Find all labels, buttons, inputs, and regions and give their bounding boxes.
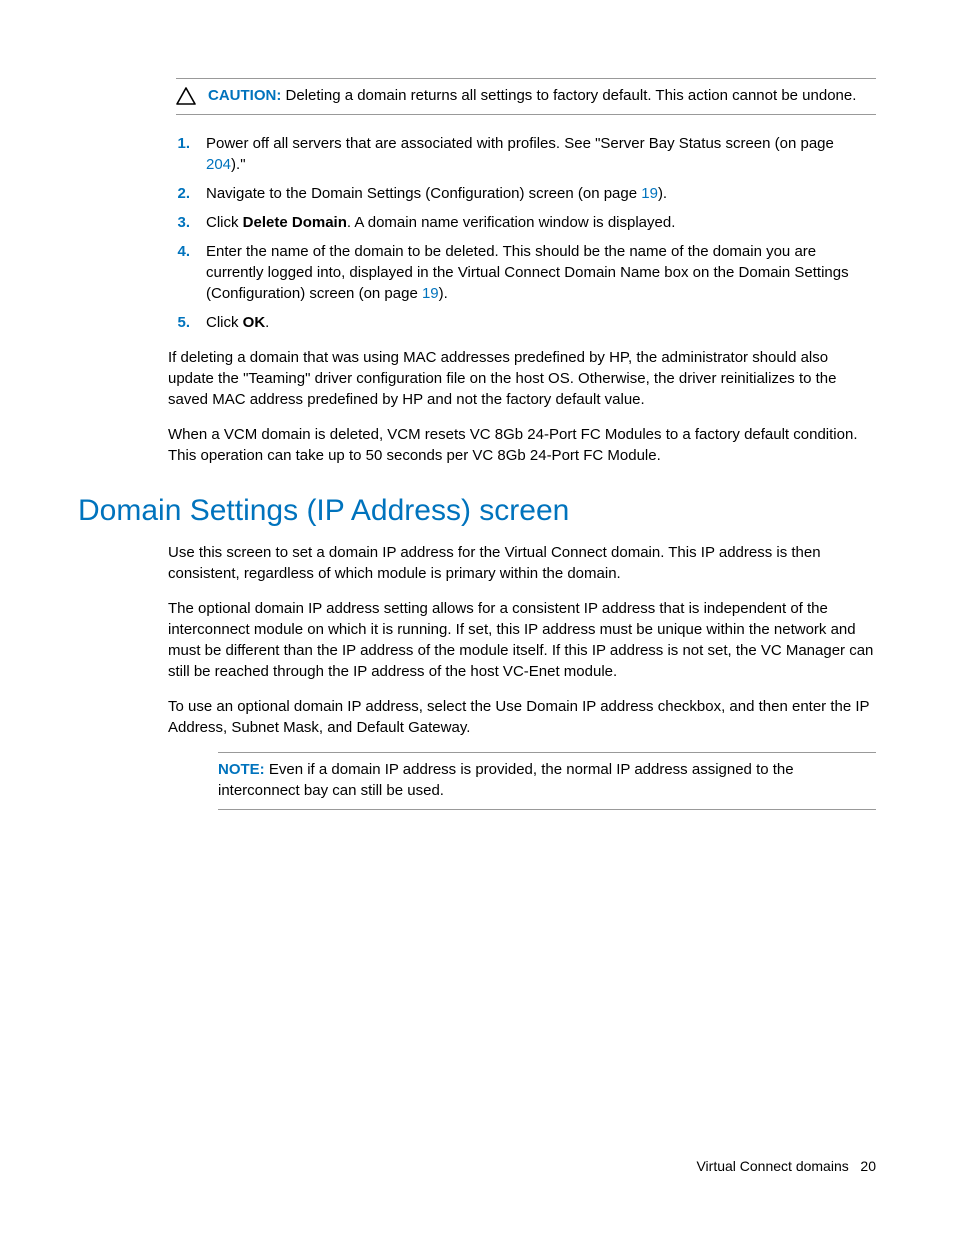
step-number: 4. [168,241,190,262]
step-number: 5. [168,312,190,333]
step-4: 4. Enter the name of the domain to be de… [168,241,876,304]
step-number: 1. [168,133,190,154]
step-1: 1. Power off all servers that are associ… [168,133,876,175]
note-block: NOTE: Even if a domain IP address is pro… [218,752,876,810]
step-text: Click OK. [206,314,269,331]
step-number: 3. [168,212,190,233]
step-text: Enter the name of the domain to be delet… [206,243,849,302]
paragraph: Use this screen to set a domain IP addre… [78,542,876,584]
paragraph: When a VCM domain is deleted, VCM resets… [78,424,876,466]
step-2: 2. Navigate to the Domain Settings (Conf… [168,183,876,204]
step-number: 2. [168,183,190,204]
caution-text: Deleting a domain returns all settings t… [286,87,857,104]
step-3: 3. Click Delete Domain. A domain name ve… [168,212,876,233]
caution-block: CAUTION: Deleting a domain returns all s… [176,78,876,115]
step-text: Power off all servers that are associate… [206,135,834,173]
step-text: Navigate to the Domain Settings (Configu… [206,185,667,202]
page-footer: Virtual Connect domains 20 [696,1157,876,1177]
caution-label: CAUTION: [208,87,281,104]
page-link[interactable]: 204 [206,156,231,173]
note-text: Even if a domain IP address is provided,… [218,761,794,799]
step-5: 5. Click OK. [168,312,876,333]
page-link[interactable]: 19 [641,185,658,202]
caution-icon [176,85,208,105]
paragraph: If deleting a domain that was using MAC … [78,347,876,410]
step-text: Click Delete Domain. A domain name verif… [206,214,675,231]
section-heading: Domain Settings (IP Address) screen [78,490,876,532]
paragraph: The optional domain IP address setting a… [78,598,876,682]
footer-section: Virtual Connect domains [696,1158,848,1174]
note-label: NOTE: [218,761,265,778]
page-link[interactable]: 19 [422,285,439,302]
steps-list: 1. Power off all servers that are associ… [78,133,876,333]
paragraph: To use an optional domain IP address, se… [78,696,876,738]
footer-page-number: 20 [860,1158,876,1174]
